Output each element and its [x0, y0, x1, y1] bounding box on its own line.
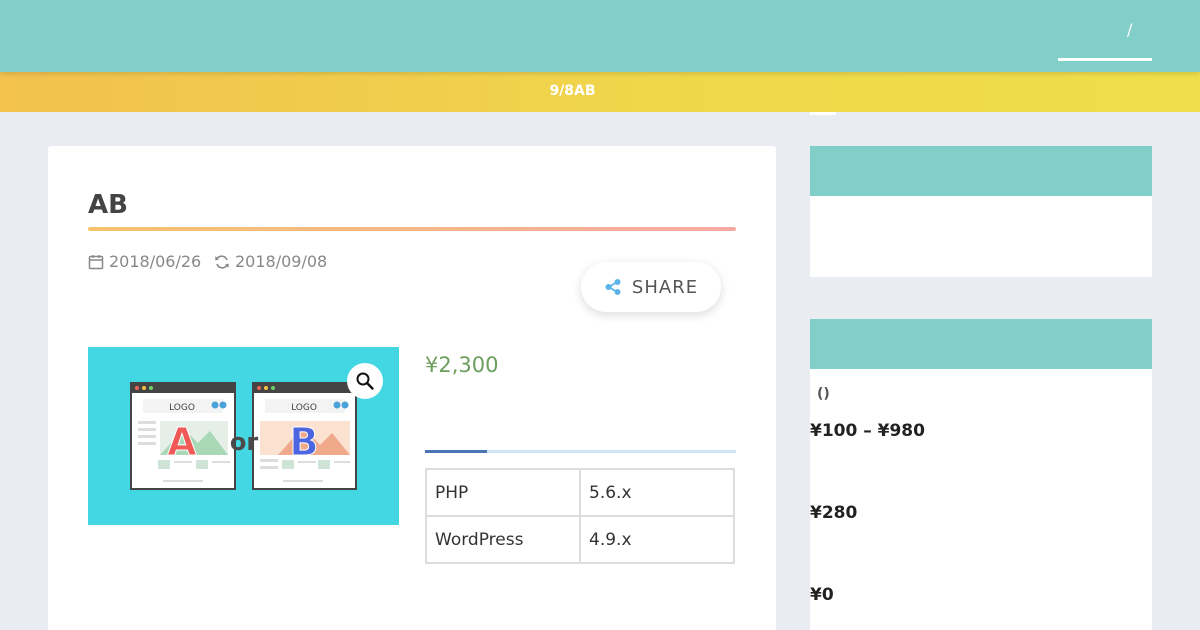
- sidebar-price-3[interactable]: ¥0: [810, 585, 834, 605]
- published-date-text: 2018/06/26: [109, 252, 202, 271]
- updated-date: 2018/09/08: [214, 252, 327, 271]
- sidebar-widget-body-1: [810, 196, 1152, 277]
- published-date: 2018/06/26: [88, 252, 201, 271]
- sidebar-widget-body-2: [810, 369, 1152, 630]
- nav-separator: /: [1127, 20, 1133, 39]
- updated-date-text: 2018/09/08: [235, 252, 328, 271]
- site-header: /: [0, 0, 1200, 72]
- tab-bar: [425, 450, 736, 453]
- spec-value: 5.6.x: [579, 468, 735, 517]
- magnifier-icon: [356, 372, 374, 390]
- table-row: PHP 5.6.x: [425, 468, 735, 517]
- share-icon: [605, 279, 621, 295]
- share-button[interactable]: SHARE: [581, 262, 721, 312]
- page-title: AB: [88, 190, 128, 220]
- notice-text[interactable]: 9/8AB: [0, 83, 1145, 99]
- sidebar-price-2[interactable]: ¥280: [810, 503, 857, 523]
- logo-text-a: LOGO: [169, 403, 195, 413]
- letter-b: B: [290, 420, 319, 464]
- share-label: SHARE: [631, 276, 699, 298]
- product-price: ¥2,300: [425, 353, 499, 377]
- title-underline: [88, 227, 736, 231]
- zoom-button[interactable]: [347, 363, 383, 399]
- calendar-icon: [88, 254, 104, 269]
- spec-table: PHP 5.6.x WordPress 4.9.x: [425, 468, 735, 564]
- product-image[interactable]: LOGO LOGO A or B: [88, 347, 399, 525]
- sidebar-filter-note: (): [817, 386, 830, 402]
- sidebar-price-1[interactable]: ¥100 – ¥980: [810, 421, 925, 441]
- spec-key: PHP: [425, 468, 581, 517]
- letter-a: A: [167, 420, 197, 464]
- refresh-icon: [215, 254, 229, 269]
- nav-active-underline[interactable]: [1058, 58, 1152, 61]
- sidebar-widget-header-1: [810, 146, 1152, 196]
- notice-bar[interactable]: 9/8AB: [0, 72, 1200, 112]
- spec-key: WordPress: [425, 515, 581, 564]
- product-card: AB 2018/06/26 2018/09/08 SHARE LOGO LOGO…: [48, 146, 776, 630]
- spec-value: 4.9.x: [579, 515, 735, 564]
- logo-text-b: LOGO: [291, 403, 317, 413]
- table-row: WordPress 4.9.x: [425, 515, 735, 564]
- sidebar-widget-header-2: [810, 319, 1152, 369]
- letter-or: or: [230, 428, 258, 456]
- tab-active-indicator[interactable]: [425, 450, 487, 453]
